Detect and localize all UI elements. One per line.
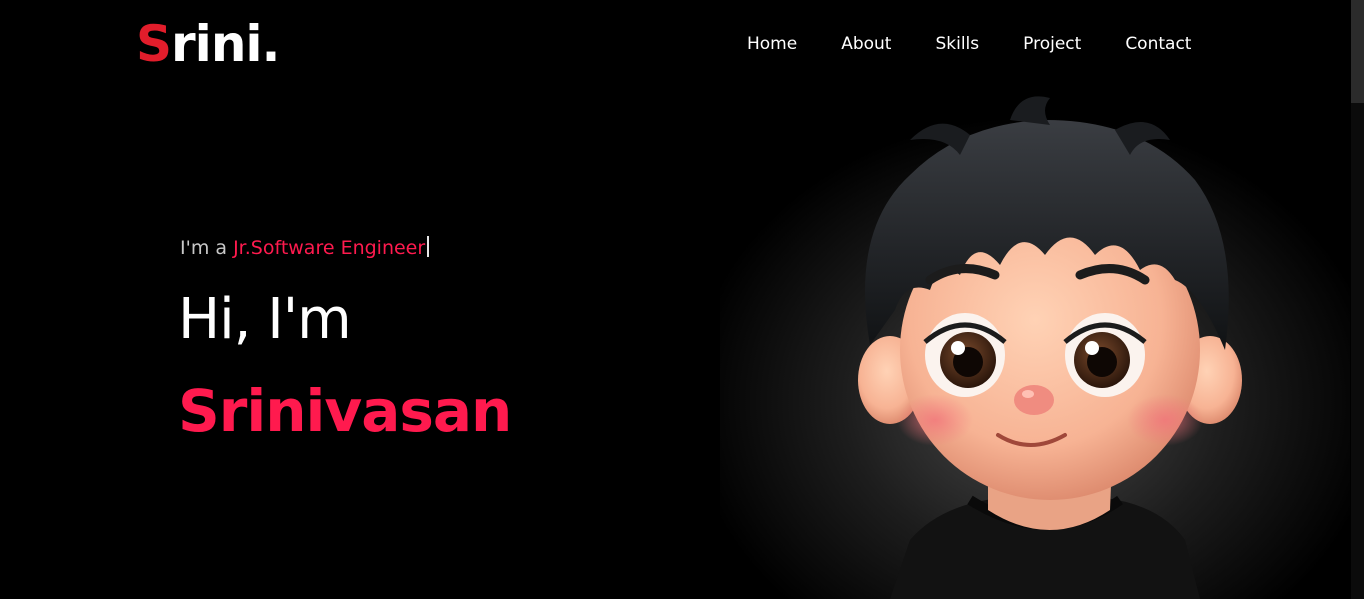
- nav-contact[interactable]: Contact: [1125, 32, 1191, 56]
- typed-role: Jr.Software Engineer: [233, 237, 426, 259]
- tagline-prefix: I'm a: [180, 237, 234, 259]
- nav-about[interactable]: About: [841, 32, 891, 56]
- hero-greeting: Hi, I'm: [178, 287, 352, 352]
- nav-home[interactable]: Home: [747, 32, 797, 56]
- page: Srini. Home About Skills Project Contact…: [0, 0, 1364, 599]
- site-logo[interactable]: Srini.: [136, 14, 281, 74]
- scrollbar-thumb[interactable]: [1351, 0, 1364, 103]
- logo-text: rini.: [171, 15, 281, 73]
- nav-project[interactable]: Project: [1023, 32, 1081, 56]
- scrollbar-track[interactable]: [1351, 0, 1364, 599]
- logo-initial: S: [136, 15, 172, 73]
- main-nav: Home About Skills Project Contact: [747, 32, 1191, 56]
- nav-skills[interactable]: Skills: [935, 32, 979, 56]
- hero-name: Srinivasan: [178, 377, 512, 445]
- hero-tagline: I'm a Jr.Software Engineer: [180, 235, 430, 261]
- cartoon-boy-avatar: [720, 80, 1350, 599]
- typing-caret: [427, 236, 430, 257]
